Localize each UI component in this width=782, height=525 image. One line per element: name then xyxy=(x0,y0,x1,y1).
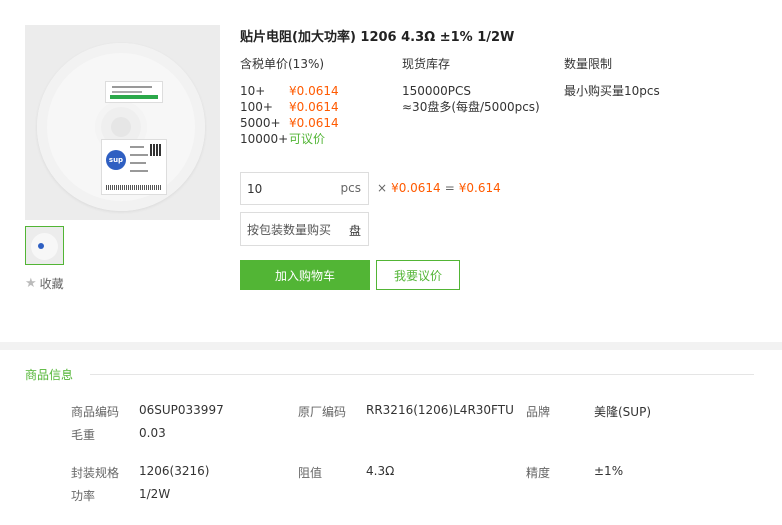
product-image[interactable]: sup xyxy=(25,25,220,220)
stock-quantity: 150000PCS xyxy=(402,84,472,98)
total-price: ¥0.614 xyxy=(458,181,501,195)
section-divider xyxy=(0,342,782,350)
quantity-unit: pcs xyxy=(340,181,361,195)
product-summary: sup ★ 收藏 贴片电阻(加大功率) 1206 4.3Ω ±1% 1/2W 含… xyxy=(0,0,782,342)
price-column: 含税单价(13%) 10+ ¥0.0614 100+ ¥0.0614 5000+ ¥0… xyxy=(240,55,339,147)
stock-column: 现货库存 150000PCS ≈30盘多(每盘/5000pcs) xyxy=(402,55,540,115)
stock-header: 现货库存 xyxy=(402,57,451,71)
product-info-section: 商品信息 商品编码 06SUP033997 原厂编码 RR3216(1206)L… xyxy=(0,350,782,525)
add-to-cart-button[interactable]: 加入购物车 xyxy=(240,260,370,290)
negotiable-link[interactable]: 可议价 xyxy=(289,132,325,146)
pack-quantity-field[interactable]: 盘 xyxy=(240,212,369,246)
pack-unit: 盘 xyxy=(348,224,361,238)
star-icon: ★ xyxy=(25,276,37,291)
attr-key-weight: 毛重 xyxy=(71,428,96,442)
unit-price: ¥0.0614 xyxy=(391,181,441,195)
section-title: 商品信息 xyxy=(25,368,74,382)
min-order-text: 最小购买量10pcs xyxy=(564,84,660,98)
brand-logo: sup xyxy=(106,150,126,170)
limit-header: 数量限制 xyxy=(564,57,613,71)
price-tier: 5000+ ¥0.0614 xyxy=(240,116,339,130)
equals-sign: = xyxy=(444,181,455,195)
attr-value-sku: 06SUP033997 xyxy=(139,403,224,417)
price-tier: 10+ ¥0.0614 xyxy=(240,84,339,98)
stock-reels: ≈30盘多(每盘/5000pcs) xyxy=(402,100,540,114)
pack-quantity-input[interactable] xyxy=(247,220,343,240)
product-thumbnail[interactable] xyxy=(25,226,64,265)
negotiate-price-button[interactable]: 我要议价 xyxy=(376,260,460,290)
attr-value-mpn: RR3216(1206)L4R30FTU xyxy=(366,403,514,417)
limit-column: 数量限制 最小购买量10pcs xyxy=(564,55,660,99)
attr-key-tolerance: 精度 xyxy=(526,466,551,480)
quantity-input[interactable] xyxy=(247,179,337,199)
attr-key-mpn: 原厂编码 xyxy=(298,405,347,419)
times-sign: × xyxy=(377,181,388,195)
product-title: 贴片电阻(加大功率) 1206 4.3Ω ±1% 1/2W xyxy=(240,30,515,45)
attr-key-resistance: 阻值 xyxy=(298,466,323,480)
qr-code-icon xyxy=(150,144,162,156)
quantity-field[interactable]: pcs xyxy=(240,172,369,205)
attr-value-weight: 0.03 xyxy=(139,426,166,440)
price-tier: 10000+可议价 xyxy=(240,132,326,146)
price-calculation: × ¥0.0614 = ¥0.614 xyxy=(377,181,501,195)
attr-value-tolerance: ±1% xyxy=(594,464,624,478)
reel-graphic: sup xyxy=(37,43,205,211)
attr-value-power: 1/2W xyxy=(139,487,171,501)
favorite-label: 收藏 xyxy=(39,277,64,291)
attr-key-brand: 品牌 xyxy=(526,405,551,419)
divider xyxy=(90,374,754,375)
price-tier: 100+ ¥0.0614 xyxy=(240,100,339,114)
attr-value-package: 1206(3216) xyxy=(139,464,210,478)
price-header: 含税单价(13%) xyxy=(240,57,325,71)
attr-key-sku: 商品编码 xyxy=(71,405,120,419)
favorite-button[interactable]: ★ 收藏 xyxy=(25,275,64,292)
attr-key-package: 封装规格 xyxy=(71,466,120,480)
attr-value-resistance: 4.3Ω xyxy=(366,464,395,478)
attr-key-power: 功率 xyxy=(71,489,96,503)
attr-value-brand: 美隆(SUP) xyxy=(594,405,652,419)
